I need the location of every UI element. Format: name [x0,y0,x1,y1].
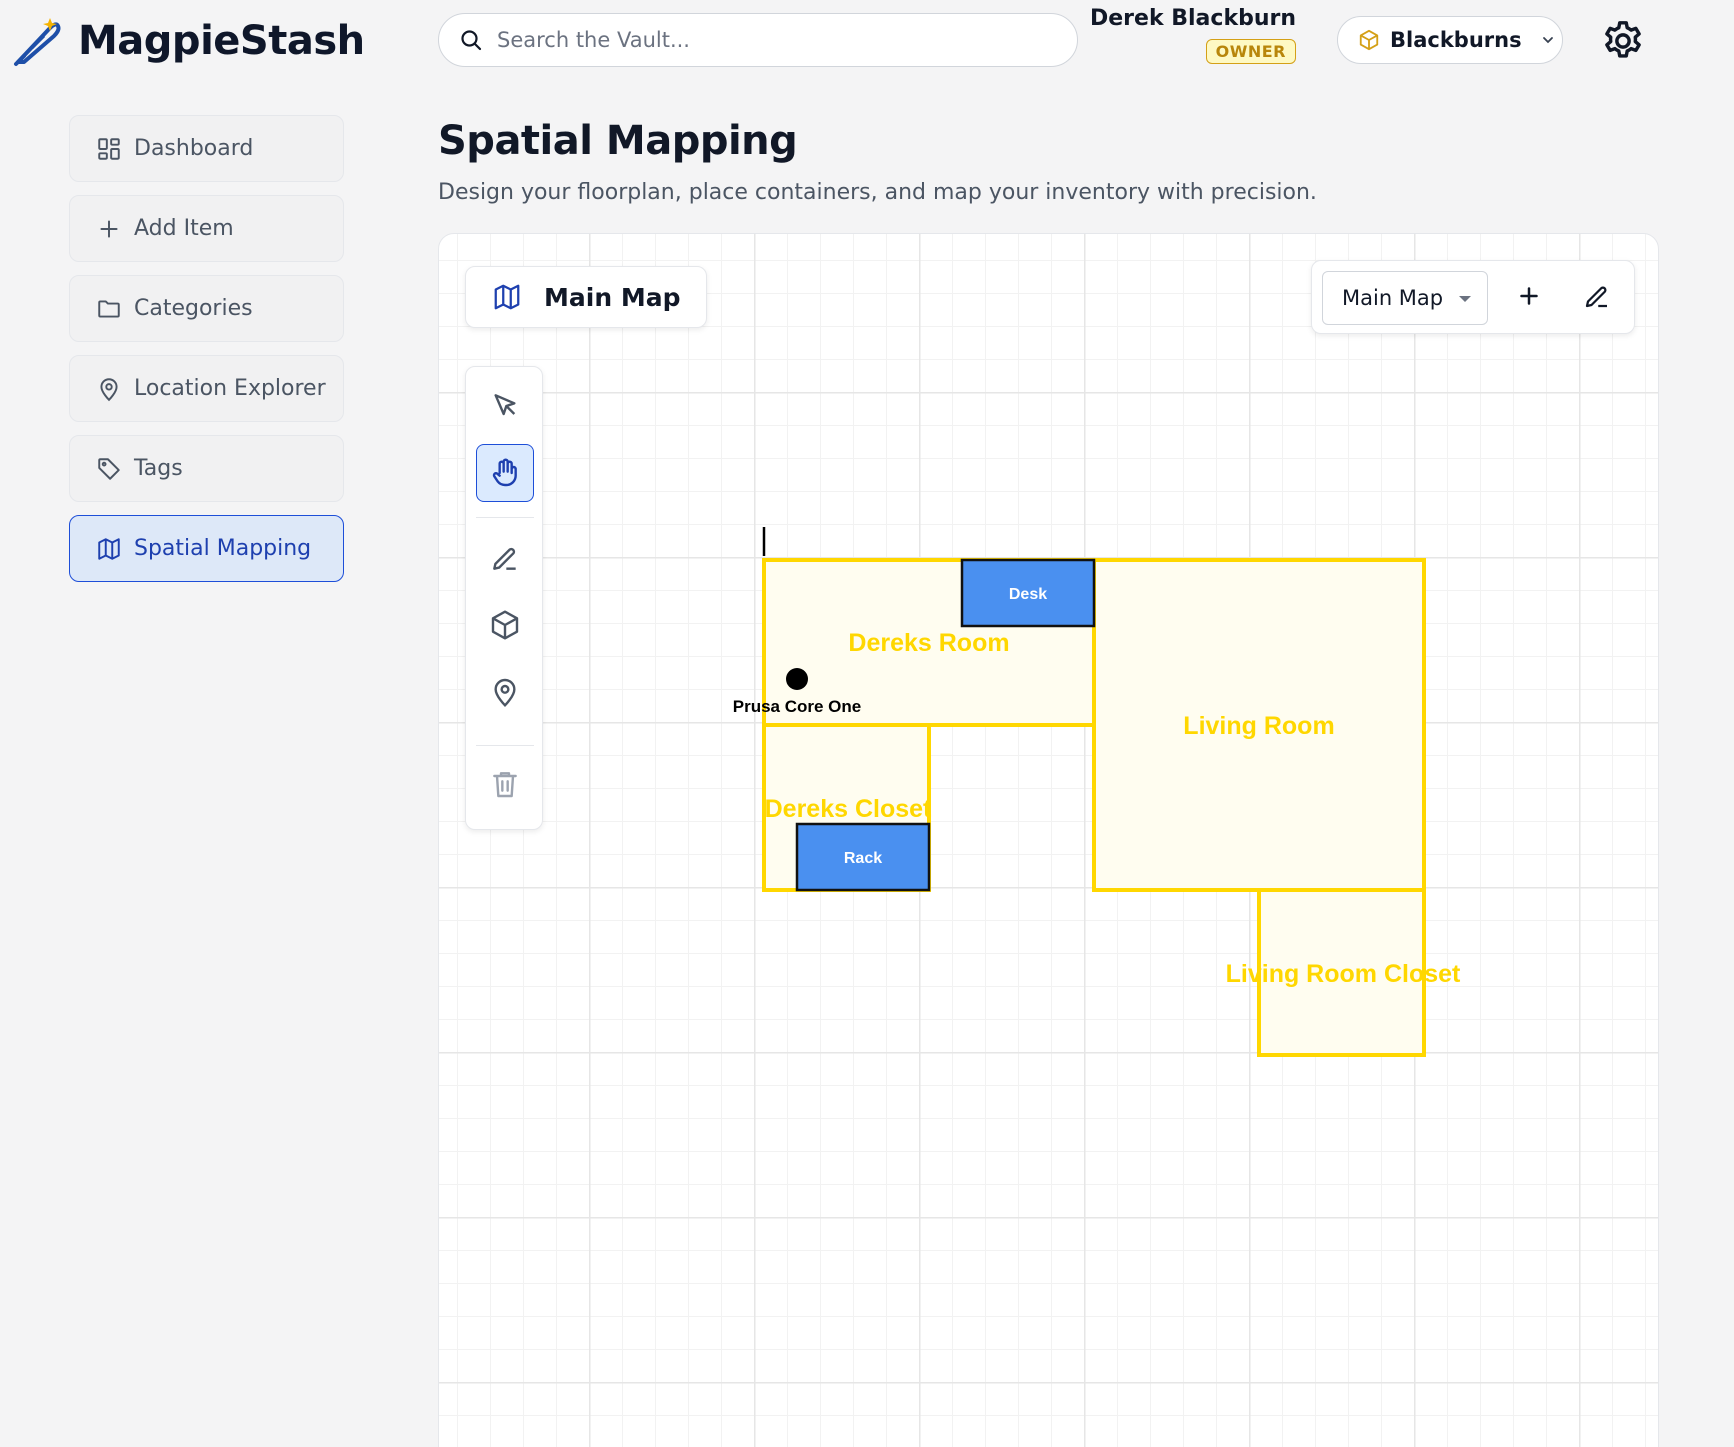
search-bar[interactable] [438,13,1078,67]
map-name: Main Map [544,282,681,312]
map-controls: Main Map [1311,260,1635,334]
marker-label: Prusa Core One [733,697,862,716]
map-icon [494,284,520,310]
container-desk[interactable]: Desk [960,558,1096,628]
floorplan[interactable]: Dereks Room Living Room Desk Rack Dereks… [439,234,1659,1447]
location-tool[interactable] [476,663,534,721]
caret-down-icon [1459,296,1471,302]
household-name: Blackburns [1390,28,1522,52]
draw-tool[interactable] [476,529,534,587]
tag-icon [98,457,120,480]
dashboard-icon [98,137,120,160]
gear-icon[interactable] [1600,18,1646,64]
sidebar-item-dashboard[interactable]: Dashboard [69,115,344,182]
toolbar-divider [476,745,534,746]
sidebar-item-label: Add Item [134,216,234,241]
sidebar-item-label: Dashboard [134,136,254,161]
chevron-down-icon [1542,37,1553,44]
sidebar-item-label: Tags [134,456,183,481]
box-icon [491,610,519,640]
page-subtitle: Design your floorplan, place containers,… [438,180,1317,205]
sidebar-item-label: Location Explorer [134,376,326,401]
trash-icon [493,772,517,798]
role-badge: OWNER [1205,39,1296,64]
room-label: Dereks Closet [765,795,932,823]
room-label: Living Room Closet [1226,960,1461,988]
feather-pen-icon [14,18,61,66]
map-select[interactable]: Main Map [1322,271,1488,325]
folder-icon [98,299,120,318]
map-pin-icon [100,377,118,401]
container-tool[interactable] [476,596,534,654]
room-living-room[interactable]: Living Room [1092,558,1426,892]
toolbar-divider [476,517,534,518]
sidebar-item-add-item[interactable]: Add Item [69,195,344,262]
delete-tool[interactable] [476,755,534,813]
sidebar-item-categories[interactable]: Categories [69,275,344,342]
container-label: Rack [844,850,882,867]
map-icon [98,537,120,560]
map-select-value: Main Map [1342,286,1444,310]
add-map-button[interactable] [1514,281,1544,311]
select-tool[interactable] [476,377,534,435]
sidebar-item-spatial-mapping[interactable]: Spatial Mapping [69,515,344,582]
cursor-arrow-icon [494,394,516,416]
room-label: Living Room [1183,712,1334,740]
map-pin-icon [494,678,516,708]
room-label: Dereks Room [848,629,1009,657]
current-map-title: Main Map [465,266,708,328]
app-logo[interactable]: MagpieStash [10,14,365,68]
sidebar-item-label: Categories [134,296,253,321]
hand-icon [492,458,517,487]
plus-icon [100,219,118,238]
page-title: Spatial Mapping [438,118,798,164]
pencil-icon [493,547,516,570]
household-switcher[interactable]: Blackburns [1337,16,1563,64]
container-label: Desk [1009,586,1047,603]
map-canvas[interactable]: Dereks Room Living Room Desk Rack Dereks… [438,233,1659,1447]
user-name: Derek Blackburn [1090,6,1296,31]
box-icon [1359,29,1379,51]
sidebar-item-label: Spatial Mapping [134,536,312,561]
search-input[interactable] [497,28,1057,52]
edit-map-button[interactable] [1582,281,1612,311]
container-rack[interactable]: Rack [795,822,931,892]
tool-palette [465,366,543,830]
search-icon [461,30,482,51]
app-name: MagpieStash [78,18,365,64]
sidebar-item-tags[interactable]: Tags [69,435,344,502]
sidebar-item-location-explorer[interactable]: Location Explorer [69,355,344,422]
pan-tool[interactable] [476,444,534,502]
user-info: Derek Blackburn OWNER [1090,6,1296,64]
